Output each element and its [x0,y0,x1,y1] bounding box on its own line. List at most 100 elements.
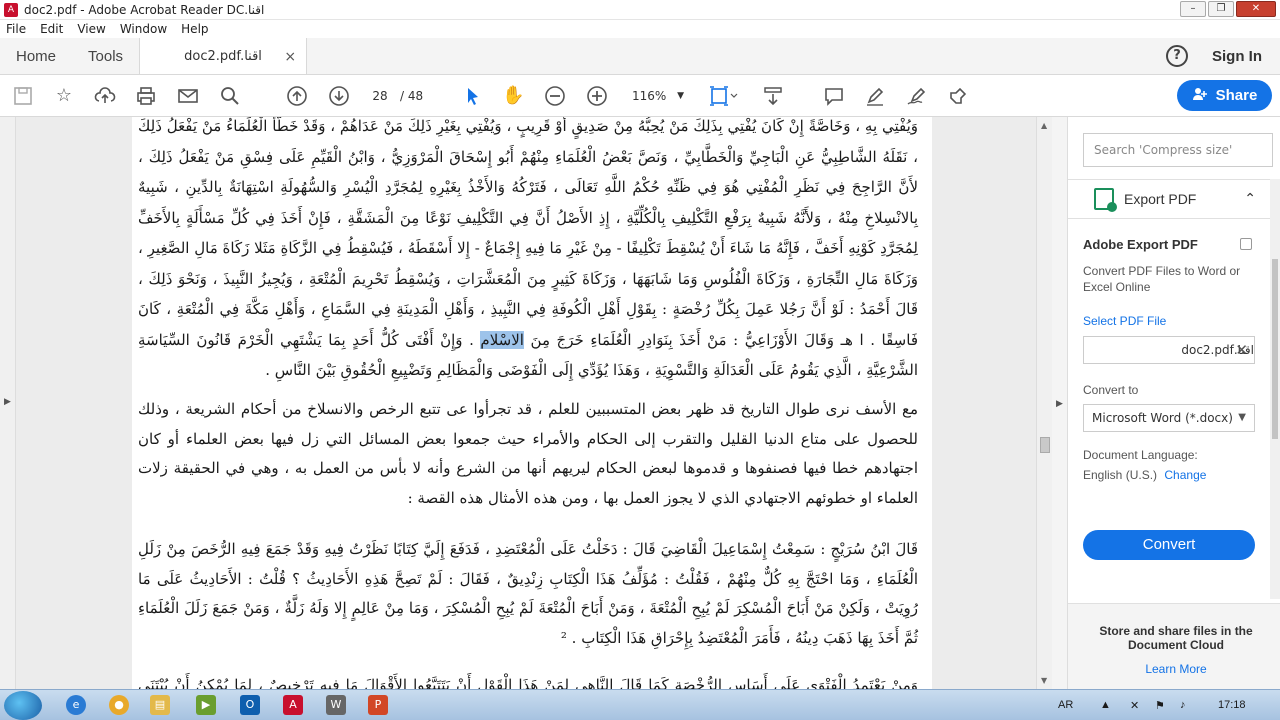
scroll-up-icon[interactable]: ▲ [1041,121,1047,130]
sign-in-link[interactable]: Sign In [1212,48,1262,65]
acrobat-app-icon: A [4,2,18,17]
help-icon[interactable]: ? [1166,45,1188,67]
convert-button[interactable]: Convert [1083,530,1255,560]
document-language-line: English (U.S.) Change [1083,468,1206,482]
paragraph-1-text: وَيُفْتِي بِهِ ، وَخَاصَّةً إِنْ كَانَ ي… [138,117,918,349]
media-player-icon[interactable]: ▶ [196,695,216,715]
scrollbar-thumb[interactable] [1040,437,1050,453]
change-language-link[interactable]: Change [1164,468,1206,482]
window-controls: – ❐ ✕ [1180,1,1276,17]
menu-help[interactable]: Help [181,22,208,36]
outlook-icon[interactable]: O [240,695,260,715]
remove-file-icon[interactable]: ✕ [1235,337,1248,363]
zoom-in-icon[interactable] [586,85,608,107]
export-description: Convert PDF Files to Word or Excel Onlin… [1083,264,1241,294]
tray-arrow-icon[interactable]: ▲ [1100,699,1111,711]
tray-volume-icon[interactable]: ♪ [1180,699,1186,711]
collapse-right-pane-icon[interactable]: ▶ [1056,399,1063,409]
scroll-mode-icon[interactable] [762,85,784,107]
minimize-button[interactable]: – [1180,1,1206,17]
zoom-level-select[interactable]: 116% ▼ [624,85,690,107]
tab-home[interactable]: Home [0,38,72,74]
close-button[interactable]: ✕ [1236,1,1276,17]
chevron-down-icon: ▼ [677,91,684,101]
previous-page-icon[interactable] [286,85,308,107]
document-viewport[interactable]: وَيُفْتِي بِهِ ، وَخَاصَّةً إِنْ كَانَ ي… [16,117,1036,689]
pane-scrollbar-thumb[interactable] [1272,259,1278,439]
convert-to-label: Convert to [1083,383,1139,397]
acrobat-taskbar-icon[interactable]: A [283,695,303,715]
adobe-export-heading: Adobe Export PDF [1083,237,1198,252]
menu-file[interactable]: File [6,22,26,36]
learn-more-link[interactable]: Learn More [1068,662,1280,676]
upload-cloud-icon[interactable] [94,85,116,107]
tab-document[interactable]: doc2.pdf.اقنا × [139,38,308,74]
paragraph-4: وَمِنْ يَعْتَمِدُ الْفَتْوَى عَلَى أَسَا… [138,676,918,689]
start-button[interactable] [4,691,42,720]
menu-bar: File Edit View Window Help [0,20,1280,38]
copy-icon[interactable] [1240,238,1252,250]
scroll-down-icon[interactable]: ▼ [1041,676,1047,685]
chevron-down-icon: ▼ [1238,412,1246,423]
selected-file-field[interactable]: اقنا.doc2.pdf ✕ [1083,336,1255,364]
tools-pane: Search 'Compress size' Export PDF ⌃ Adob… [1068,117,1280,689]
toolbar: ☆ 28 / 48 ✋ 116% ▼ [0,75,1280,117]
tray-network-icon[interactable]: ✕ [1130,699,1139,712]
tab-tools[interactable]: Tools [72,38,139,74]
export-pdf-title: Export PDF [1124,191,1197,207]
internet-explorer-icon[interactable]: e [66,695,86,715]
share-person-icon [1192,86,1208,106]
title-bar: A اقنا.doc2.pdf - Adobe Acrobat Reader D… [0,0,1280,20]
menu-edit[interactable]: Edit [40,22,63,36]
select-cursor-icon[interactable] [462,85,484,107]
next-page-icon[interactable] [328,85,350,107]
pane-scrollbar[interactable] [1270,179,1280,599]
expand-left-pane-icon[interactable]: ▶ [4,397,11,407]
comment-icon[interactable] [823,85,845,107]
convert-format-value: Microsoft Word (*.docx) [1092,411,1233,425]
window-title: اقنا.doc2.pdf - Adobe Acrobat Reader DC [24,2,265,17]
email-icon[interactable] [177,85,199,107]
select-pdf-file-link[interactable]: Select PDF File [1083,314,1166,328]
maximize-button[interactable]: ❐ [1208,1,1234,17]
tab-close-icon[interactable]: × [284,49,296,65]
paragraph-2: مع الأسف نرى طوال التاريخ قد ظهر بعض الم… [138,400,918,507]
fit-page-icon[interactable] [708,85,738,107]
document-language-value: English (U.S.) [1083,468,1158,482]
draw-signature-icon[interactable] [906,85,928,107]
chrome-icon[interactable]: ● [109,695,129,715]
search-icon[interactable] [219,85,241,107]
more-tools-icon[interactable] [947,85,969,107]
highlight-pen-icon[interactable] [864,85,886,107]
menu-view[interactable]: View [77,22,105,36]
hand-tool-icon[interactable]: ✋ [502,85,524,107]
export-pdf-header[interactable]: Export PDF ⌃ [1068,179,1270,219]
save-icon[interactable] [12,85,34,107]
paragraph-1: وَيُفْتِي بِهِ ، وَخَاصَّةً إِنْ كَانَ ي… [138,117,918,386]
menu-window[interactable]: Window [120,22,167,36]
page-total: / 48 [400,89,424,103]
zoom-out-icon[interactable] [544,85,566,107]
page-number-input[interactable]: 28 [364,85,396,107]
word-doc-icon[interactable]: W [326,695,346,715]
paragraph-3: قَالَ ابْنُ سُرَيْجٍ : سَمِعْتُ إِسْمَاع… [138,540,919,647]
right-pane-toggle: ▶ [1052,117,1068,689]
document-scrollbar[interactable]: ▲ ▼ [1036,117,1052,689]
powerpoint-icon[interactable]: P [368,695,388,715]
chevron-up-icon[interactable]: ⌃ [1244,191,1256,207]
zoom-level-value: 116% [632,89,667,103]
share-button[interactable]: Share [1177,80,1272,111]
clock-time[interactable]: 17:18 [1218,699,1246,711]
file-explorer-icon[interactable]: ▤ [150,695,170,715]
pdf-page: وَيُفْتِي بِهِ ، وَخَاصَّةً إِنْ كَانَ ي… [132,117,932,689]
print-icon[interactable] [135,85,157,107]
selected-text-highlight[interactable]: الاسْلام [480,330,524,349]
tools-search-input[interactable]: Search 'Compress size' [1083,133,1273,167]
bookmark-star-icon[interactable]: ☆ [53,85,75,107]
tray-flag-icon[interactable]: ⚑ [1155,699,1165,712]
share-button-label: Share [1215,87,1258,104]
keyboard-language-indicator[interactable]: AR [1058,699,1073,711]
convert-format-select[interactable]: Microsoft Word (*.docx) ▼ [1083,404,1255,432]
export-pdf-icon [1094,188,1117,212]
tab-bar: Home Tools doc2.pdf.اقنا × ? Sign In [0,38,1280,75]
